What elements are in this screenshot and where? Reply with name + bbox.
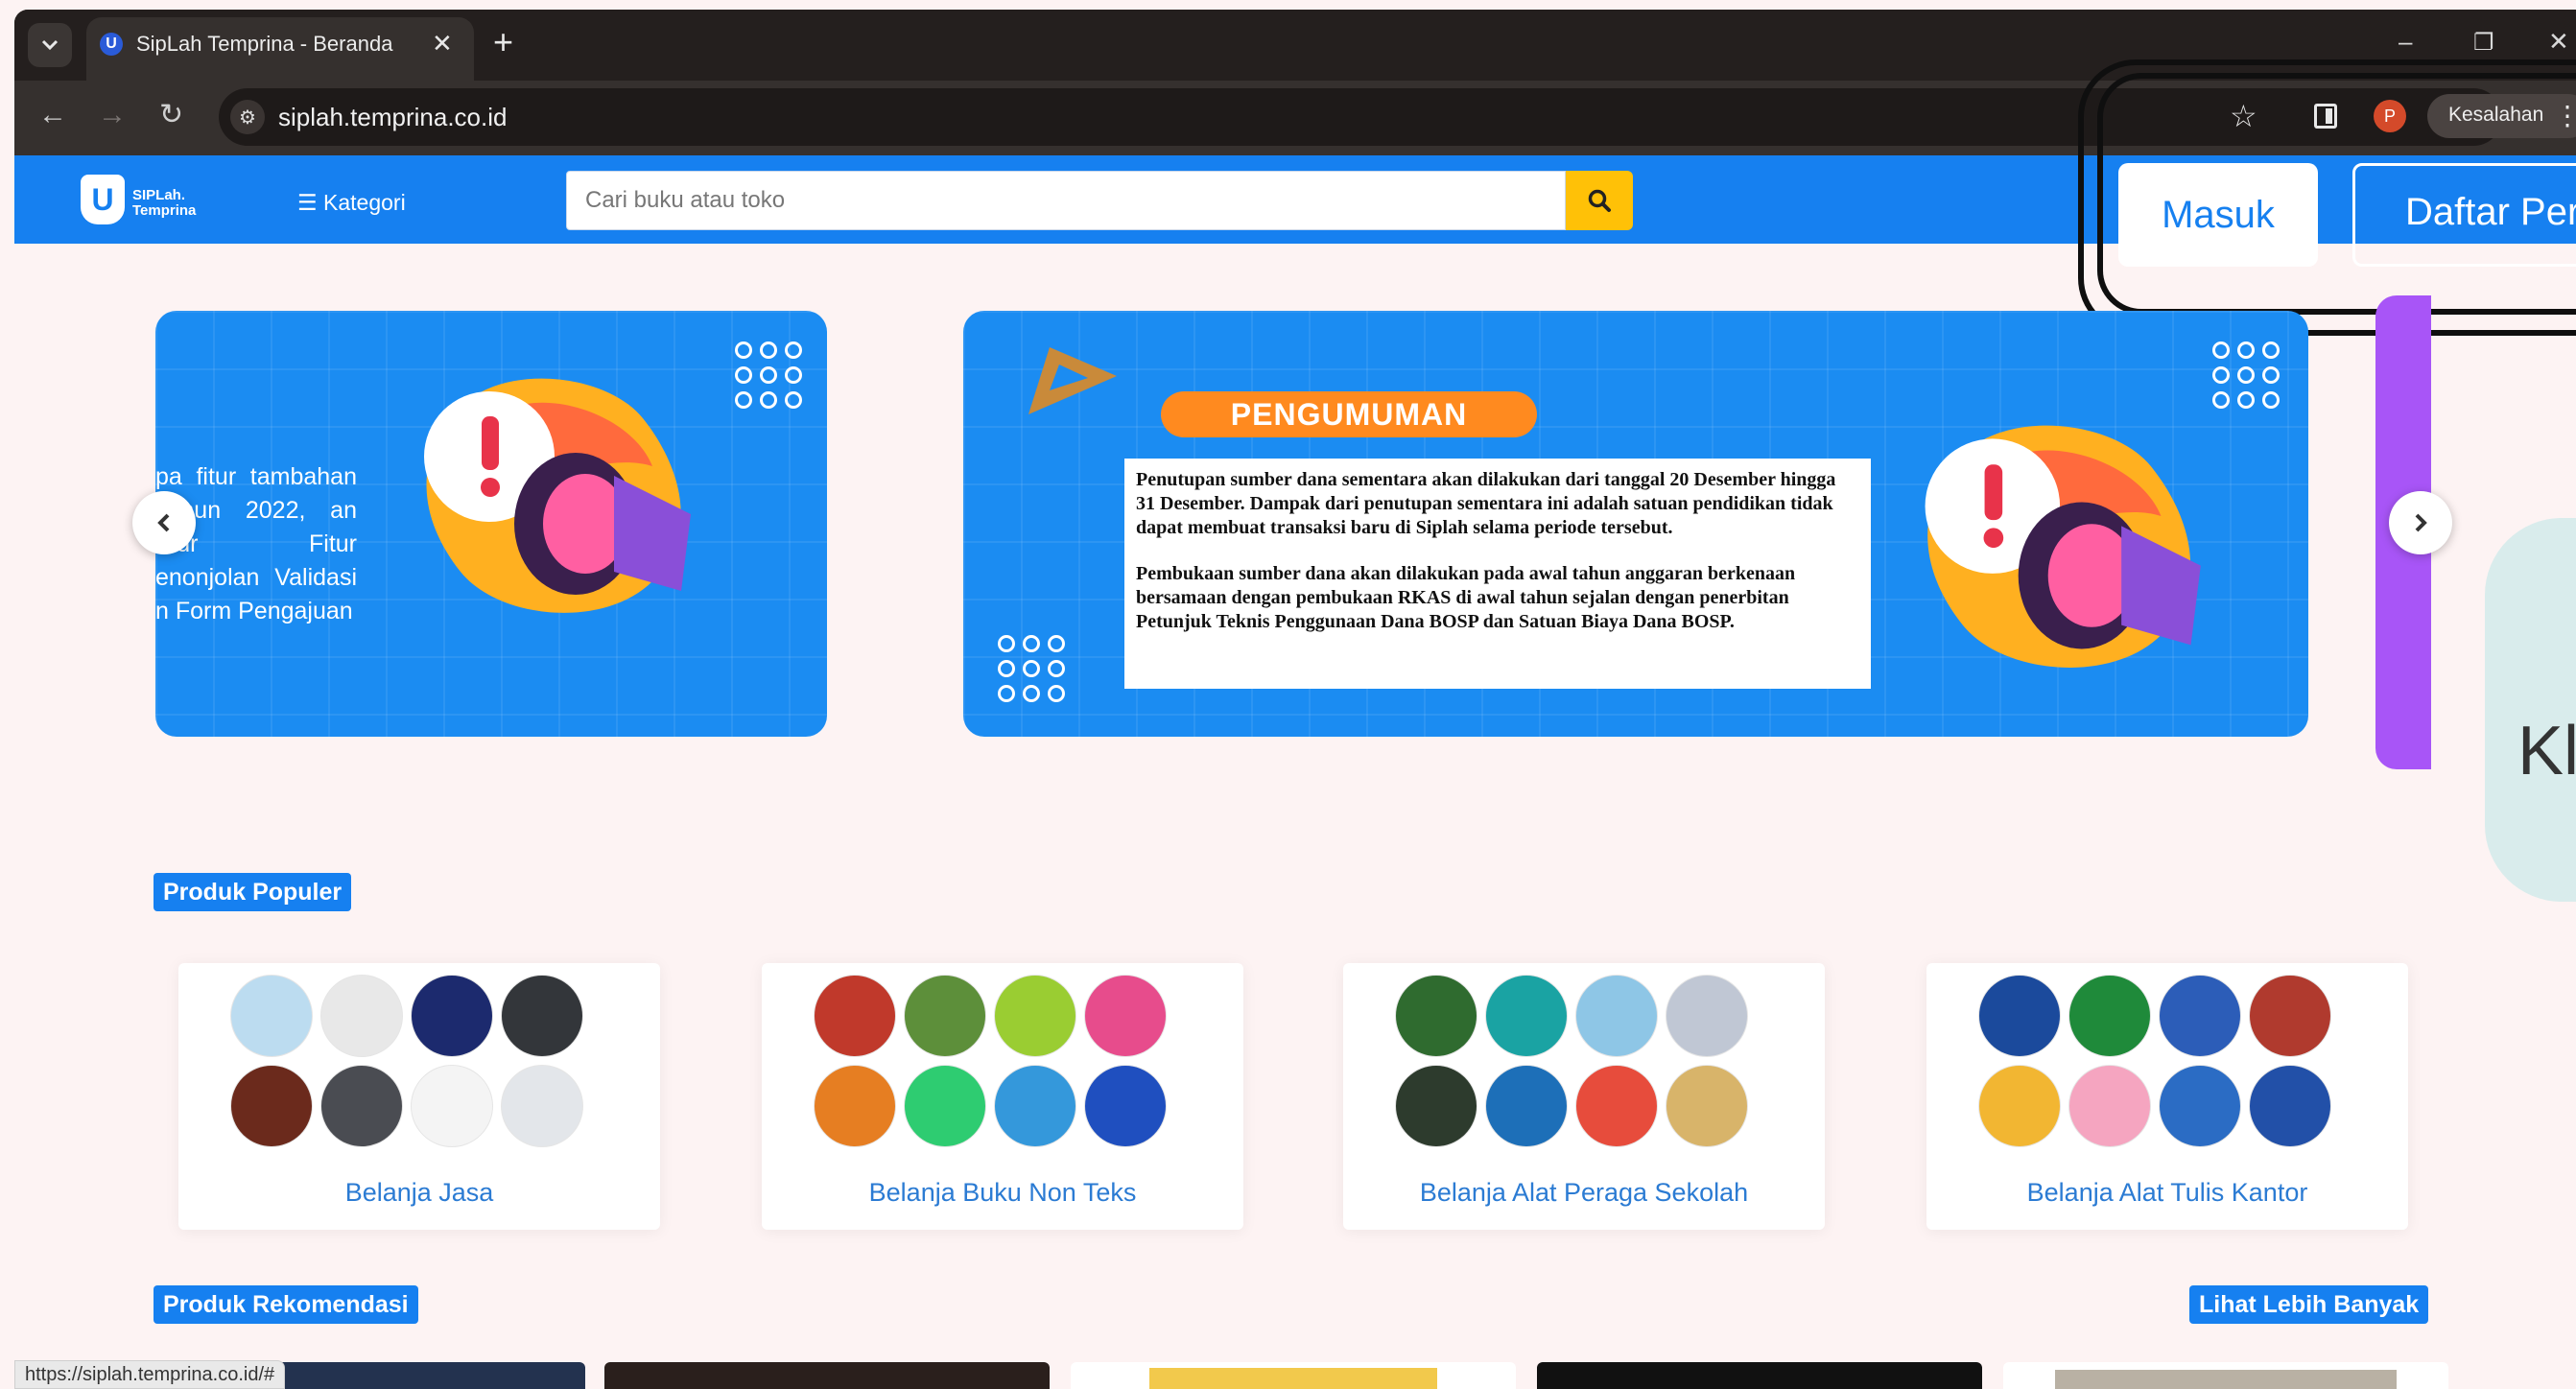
product-thumbnail-icon — [814, 1065, 896, 1147]
category-thumbnails — [1395, 975, 1748, 1147]
category-thumbnails — [230, 975, 583, 1147]
annotation-outline-inner — [2097, 73, 2576, 315]
category-thumbnails — [814, 975, 1167, 1147]
product-card[interactable] — [2003, 1362, 2448, 1389]
siplah-logo-icon[interactable]: U — [81, 175, 125, 224]
url-text[interactable]: siplah.temprina.co.id — [278, 103, 507, 132]
side-promo-blob — [2485, 518, 2576, 902]
product-thumbnail-icon — [1978, 975, 2061, 1057]
triangle-ruler-icon — [1028, 347, 1117, 414]
carousel-banner-prev[interactable]: pa fitur tambahan Tahun 2022, an Alur Fi… — [155, 311, 827, 737]
product-thumbnail-icon — [2249, 1065, 2331, 1147]
product-card[interactable] — [269, 1362, 585, 1389]
product-thumbnail-icon — [230, 1065, 313, 1147]
product-card[interactable] — [1071, 1362, 1516, 1389]
product-thumbnail-icon — [2159, 975, 2241, 1057]
product-thumbnail-icon — [904, 975, 986, 1057]
chevron-left-icon — [157, 513, 170, 532]
kategori-label: Kategori — [323, 190, 406, 215]
product-thumbnail-icon — [994, 975, 1076, 1057]
reload-icon[interactable]: ↻ — [159, 98, 183, 132]
list-icon: ☰ — [297, 190, 318, 215]
back-arrow-icon[interactable]: ← — [38, 98, 67, 132]
logo-line1: SIPLah. — [132, 187, 186, 203]
product-thumbnail-icon — [1395, 975, 1477, 1057]
minimize-icon[interactable]: – — [2399, 27, 2412, 57]
product-thumbnail-icon — [1666, 1065, 1748, 1147]
side-promo-text: Kl — [2517, 713, 2576, 789]
chevron-right-icon — [2415, 513, 2427, 532]
category-card[interactable]: Belanja Alat Peraga Sekolah — [1343, 963, 1825, 1230]
product-thumbnail-icon — [2159, 1065, 2241, 1147]
product-thumbnail-icon — [814, 975, 896, 1057]
logo-line2: Temprina — [132, 202, 197, 219]
status-bar-url: https://siplah.temprina.co.id/# — [14, 1360, 286, 1389]
product-thumbnail-icon — [501, 1065, 583, 1147]
product-thumbnail-icon — [230, 975, 313, 1057]
section-title-popular: Produk Populer — [154, 873, 352, 911]
product-thumbnail-icon — [994, 1065, 1076, 1147]
product-thumbnail-icon — [1485, 975, 1568, 1057]
product-thumbnail-icon — [1485, 1065, 1568, 1147]
product-thumbnail-icon — [1084, 1065, 1167, 1147]
megaphone-illustration-icon — [1925, 425, 2201, 668]
tab-title: SipLah Temprina - Beranda — [136, 32, 393, 56]
category-card[interactable]: Belanja Jasa — [178, 963, 660, 1230]
product-thumbnail-icon — [1666, 975, 1748, 1057]
category-label: Belanja Alat Peraga Sekolah — [1419, 1178, 1749, 1207]
decor-dots — [735, 341, 802, 409]
search-button[interactable] — [1566, 171, 1633, 230]
product-thumbnail-icon — [904, 1065, 986, 1147]
close-window-icon[interactable]: ✕ — [2548, 27, 2569, 57]
site-info-icon[interactable]: ⚙ — [230, 100, 265, 134]
category-label: Belanja Alat Tulis Kantor — [2026, 1178, 2308, 1207]
see-more-button[interactable]: Lihat Lebih Banyak — [2189, 1285, 2429, 1324]
kategori-menu[interactable]: ☰ Kategori — [297, 190, 406, 216]
search-icon — [1588, 189, 1611, 212]
pengumuman-badge: PENGUMUMAN — [1161, 391, 1537, 437]
product-thumbnail-icon — [1084, 975, 1167, 1057]
product-thumbnail-icon — [1575, 1065, 1658, 1147]
product-thumbnail-icon — [411, 975, 493, 1057]
product-thumbnail-icon — [411, 1065, 493, 1147]
restore-icon[interactable]: ❐ — [2473, 29, 2494, 57]
search-input[interactable] — [576, 173, 1554, 228]
close-tab-icon[interactable]: ✕ — [432, 29, 453, 59]
announcement-paragraph-1: Penutupan sumber dana sementara akan dil… — [1136, 469, 1836, 538]
siplah-logo-text[interactable]: SIPLah. Temprina — [132, 188, 196, 219]
forward-arrow-icon[interactable]: → — [98, 98, 127, 132]
product-thumbnail-icon — [2068, 975, 2151, 1057]
category-label: Belanja Jasa — [344, 1178, 494, 1207]
carousel-banner-current[interactable]: PENGUMUMAN Penutupan sumber dana sementa… — [963, 311, 2308, 737]
product-thumbnail-icon — [2068, 1065, 2151, 1147]
carousel-prev-button[interactable] — [132, 491, 196, 554]
product-thumbnail-icon — [501, 975, 583, 1057]
site-favicon-icon: U — [100, 33, 123, 56]
category-card[interactable]: Belanja Alat Tulis Kantor — [1926, 963, 2408, 1230]
product-thumbnail — [2055, 1370, 2397, 1389]
product-thumbnail-icon — [2249, 975, 2331, 1057]
product-thumbnail-icon — [1978, 1065, 2061, 1147]
category-thumbnails — [1978, 975, 2331, 1147]
announcement-paragraph-2: Pembukaan sumber dana akan dilakukan pad… — [1136, 563, 1796, 632]
decor-dots — [998, 635, 1065, 702]
category-card[interactable]: Belanja Buku Non Teks — [762, 963, 1243, 1230]
product-thumbnail-icon — [320, 1065, 403, 1147]
megaphone-illustration-icon — [424, 378, 691, 613]
category-label: Belanja Buku Non Teks — [868, 1178, 1137, 1207]
announcement-box: Penutupan sumber dana sementara akan dil… — [1124, 459, 1871, 689]
product-thumbnail-icon — [1575, 975, 1658, 1057]
product-thumbnail-icon — [320, 975, 403, 1057]
carousel-next-button[interactable] — [2389, 491, 2452, 554]
product-card[interactable] — [1537, 1362, 1982, 1389]
chevron-down-icon — [41, 39, 59, 51]
tab-search-button[interactable] — [28, 23, 72, 67]
product-thumbnail — [1149, 1368, 1437, 1389]
section-title-recommendation: Produk Rekomendasi — [154, 1285, 418, 1324]
product-thumbnail-icon — [1395, 1065, 1477, 1147]
new-tab-button[interactable]: + — [493, 23, 513, 61]
product-card[interactable] — [604, 1362, 1050, 1389]
